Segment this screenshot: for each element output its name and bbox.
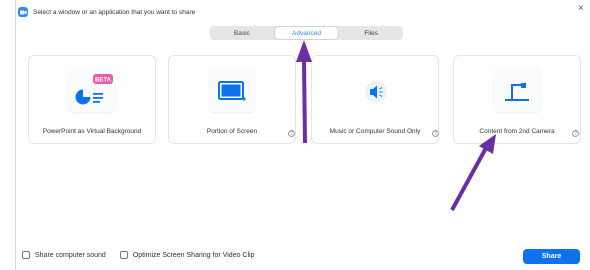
- help-icon[interactable]: ?: [572, 130, 579, 137]
- share-sound-checkbox[interactable]: [22, 251, 30, 259]
- share-tabs: Basic Advanced Files: [210, 26, 403, 40]
- title-bar: Select a window or an application that y…: [18, 5, 195, 19]
- card-label: Content from 2nd Camera: [479, 128, 555, 135]
- left-background-strip: [0, 0, 15, 270]
- powerpoint-icon: BETA: [69, 68, 115, 112]
- tab-basic[interactable]: Basic: [210, 26, 274, 40]
- optimize-video-checkbox[interactable]: [119, 251, 128, 259]
- card-label: PowerPoint as Virtual Background: [42, 128, 142, 135]
- window-title: Select a window or an application that y…: [33, 8, 196, 16]
- camera-icon: [494, 68, 540, 112]
- card-label: Portion of Screen: [206, 128, 258, 135]
- card-second-camera[interactable]: Content from 2nd Camera ?: [453, 55, 581, 144]
- beta-badge: BETA: [95, 78, 112, 84]
- card-computer-sound[interactable]: Music or Computer Sound Only ?: [311, 55, 439, 144]
- speaker-icon: [353, 68, 399, 112]
- screen-portion-icon: [209, 68, 255, 112]
- card-powerpoint-background[interactable]: BETA PowerPoint as Virtual Background: [28, 55, 156, 144]
- help-icon[interactable]: ?: [432, 130, 439, 137]
- card-portion-of-screen[interactable]: Portion of Screen ?: [168, 55, 296, 144]
- tab-advanced[interactable]: Advanced: [274, 27, 339, 39]
- tab-files[interactable]: Files: [339, 26, 403, 40]
- footer-options: Share computer sound Optimize Screen Sha…: [22, 251, 254, 259]
- optimize-video-label: Optimize Screen Sharing for Video Clip: [132, 251, 255, 259]
- zoom-app-icon: [18, 7, 28, 17]
- card-label: Music or Computer Sound Only: [329, 128, 421, 135]
- help-icon[interactable]: ?: [288, 130, 295, 137]
- share-button[interactable]: Share: [523, 249, 580, 264]
- share-sound-label: Share computer sound: [35, 251, 106, 259]
- close-icon[interactable]: ×: [578, 4, 584, 14]
